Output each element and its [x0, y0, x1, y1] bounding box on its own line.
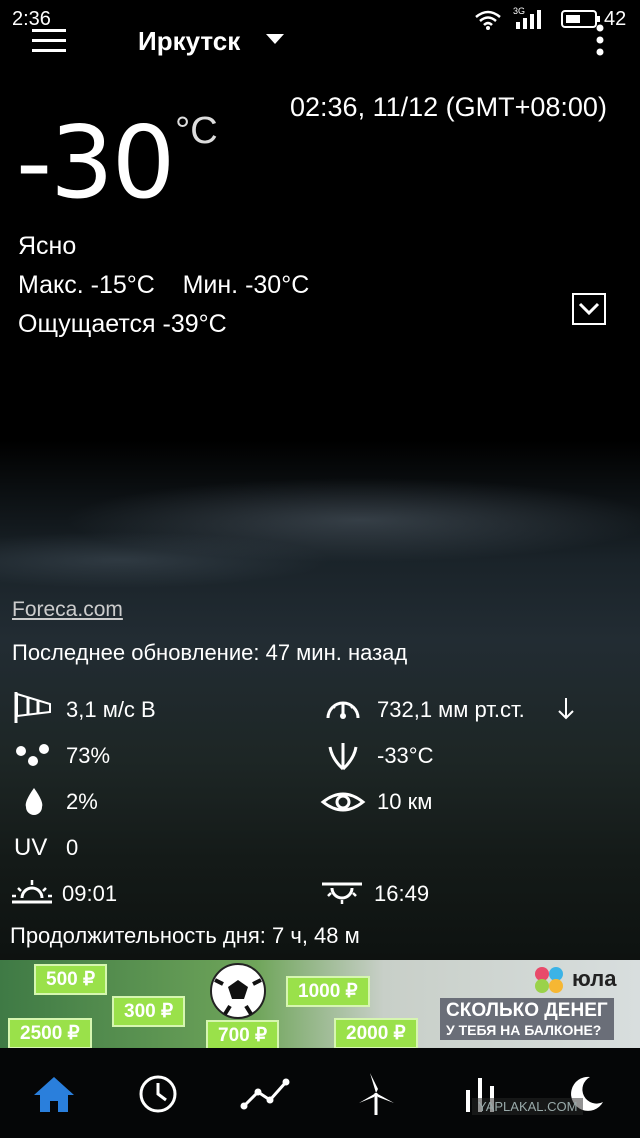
ad-slogan-line-1: СКОЛЬКО ДЕНЕГ: [446, 1000, 608, 1021]
uv-index: 0: [66, 835, 79, 860]
frost-icon: [328, 743, 358, 771]
wind-speed: 3,1 м/с В: [66, 697, 156, 722]
chevron-down-icon: [578, 302, 600, 316]
expand-details-button[interactable]: [572, 293, 606, 325]
sunset-time: 16:49: [374, 881, 430, 906]
menu-icon[interactable]: [32, 28, 68, 54]
ad-price-tag: 2500 ₽: [8, 1018, 92, 1048]
pressure: 732,1 мм рт.ст.: [377, 697, 525, 722]
wind-turbine-icon: [359, 1073, 394, 1115]
ad-slogan-line-2: У ТЕБЯ НА БАЛКОНЕ?: [446, 1022, 602, 1038]
wifi-icon: [475, 10, 501, 30]
ad-price-tag: 500 ₽: [34, 964, 108, 995]
nav-moon[interactable]: [556, 1064, 616, 1124]
current-temperature: -30: [16, 104, 175, 221]
sunset-icon: [322, 882, 362, 904]
feels-like: Ощущается -39°C: [18, 310, 227, 338]
city-selector[interactable]: Иркутск: [138, 26, 240, 57]
home-icon: [34, 1077, 74, 1112]
precipitation-drop-icon: [25, 788, 43, 815]
sunrise-time: 09:01: [62, 881, 118, 906]
uv-label: UV: [14, 834, 48, 861]
chevron-down-icon[interactable]: [266, 34, 284, 44]
day-length: Продолжительность дня: 7 ч, 48 м: [10, 923, 360, 948]
source-link[interactable]: Foreca.com: [12, 598, 123, 622]
visibility: 10 км: [377, 789, 433, 814]
clock-icon: [139, 1075, 177, 1113]
humidity: 73%: [66, 743, 111, 768]
ad-price-tag: 700 ₽: [206, 1020, 280, 1048]
watermark: YAPLAKAL.COM: [472, 1098, 584, 1115]
ad-price-tag: 2000 ₽: [334, 1018, 418, 1048]
visibility-eye-icon: [320, 792, 366, 812]
max-min-temperature: Макс. -15°C Мин. -30°C: [18, 271, 310, 299]
ad-slogan: СКОЛЬКО ДЕНЕГ У ТЕБЯ НА БАЛКОНЕ?: [440, 998, 614, 1040]
ad-price-tag: 1000 ₽: [286, 976, 370, 1007]
last-update: Последнее обновление: 47 мин. назад: [12, 640, 408, 665]
weather-condition: Ясно: [18, 232, 77, 260]
ad-price-tag: 300 ₽: [112, 996, 186, 1027]
line-graph-icon: [240, 1078, 290, 1110]
dew-point: -33°C: [377, 743, 434, 768]
ad-brand: юла: [572, 966, 617, 991]
humidity-drops-icon: [16, 744, 49, 766]
nav-home[interactable]: [24, 1064, 84, 1124]
signal-icon: [516, 10, 541, 29]
bottom-navigation: [0, 1048, 640, 1138]
local-datetime: 02:36, 11/12 (GMT+08:00): [290, 92, 607, 122]
nav-graph[interactable]: [236, 1064, 296, 1124]
status-bar: 2:36 3G 42: [0, 0, 640, 34]
sunrise-icon: [12, 880, 52, 904]
pressure-gauge-icon: [326, 701, 360, 719]
precipitation-chance: 2%: [66, 789, 98, 814]
soccer-ball-image: [210, 963, 266, 1019]
more-options-icon[interactable]: [594, 22, 606, 58]
nav-charts[interactable]: [450, 1064, 510, 1124]
battery-level: 42: [604, 8, 627, 30]
temperature-unit: °C: [175, 110, 218, 152]
yula-logo-icon: [535, 967, 563, 993]
wind-sock-icon: [14, 692, 51, 723]
arrow-down-icon: [558, 698, 574, 720]
nav-wind[interactable]: [346, 1064, 406, 1124]
ad-banner[interactable]: 500 ₽ 300 ₽ 1000 ₽ 2500 ₽ 700 ₽ 2000 ₽ ю…: [0, 960, 640, 1048]
nav-hourly[interactable]: [128, 1064, 188, 1124]
